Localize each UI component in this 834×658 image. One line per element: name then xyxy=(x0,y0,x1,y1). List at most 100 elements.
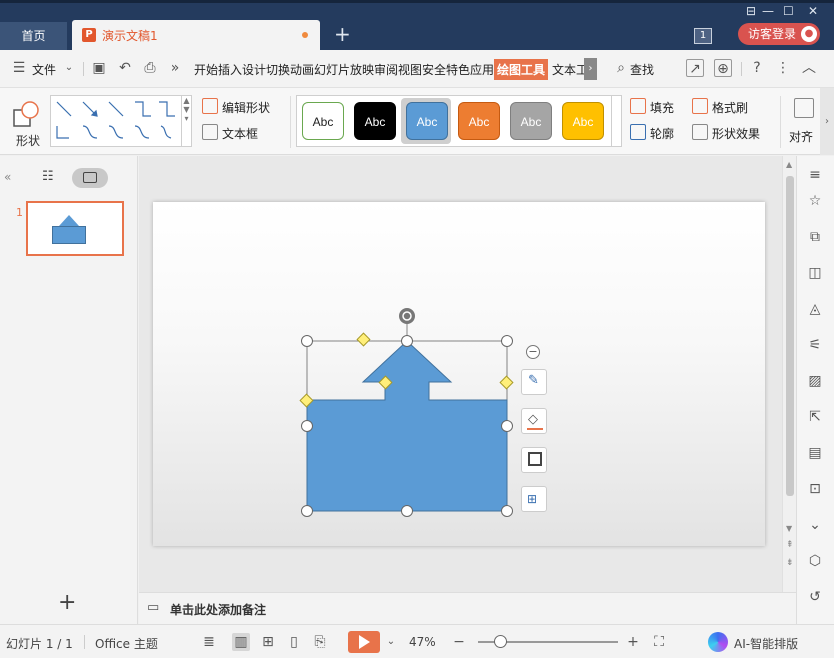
resize-handle-bottom-left[interactable] xyxy=(301,505,313,517)
add-slide-plus-icon[interactable]: + xyxy=(58,592,76,614)
up-arrow-callout-shape[interactable] xyxy=(306,340,508,512)
adjust-handle-1[interactable] xyxy=(356,332,371,347)
skin-icon[interactable]: ⊟ xyxy=(746,4,756,18)
quick-style-button[interactable]: ✎ xyxy=(521,369,547,395)
resize-handle-bottom[interactable] xyxy=(401,505,413,517)
style-preset-2[interactable]: Abc xyxy=(354,102,396,140)
undo-icon[interactable]: ↶ xyxy=(116,59,134,77)
comment-icon[interactable]: ⊕ xyxy=(714,59,732,77)
menu-security[interactable]: 安全 xyxy=(422,61,446,78)
next-slide-icon[interactable]: ⇟ xyxy=(786,558,794,568)
quick-fill-button[interactable]: ◇ xyxy=(521,408,547,434)
menu-special-apps[interactable]: 特色应用 xyxy=(446,61,494,78)
resize-handle-right[interactable] xyxy=(501,420,513,432)
help-icon[interactable]: ? xyxy=(748,59,766,77)
shape-button[interactable]: 形状 xyxy=(6,96,44,148)
adjust-handle-3[interactable] xyxy=(499,375,514,390)
prev-slide-icon[interactable]: ⇞ xyxy=(786,540,794,550)
menu-transition[interactable]: 切换 xyxy=(266,61,290,78)
fill-tool-icon[interactable]: ◬ xyxy=(806,300,824,318)
share-icon[interactable]: ↗ xyxy=(686,59,704,77)
menu-view[interactable]: 视图 xyxy=(398,61,422,78)
normal-view-icon[interactable]: ▥ xyxy=(232,633,250,651)
align-button[interactable]: 对齐 xyxy=(789,128,813,145)
more-options-icon[interactable]: ⋮ xyxy=(774,59,792,77)
outline-button[interactable]: 轮廓 xyxy=(650,125,674,142)
zoom-in-icon[interactable]: + xyxy=(624,633,642,651)
search-button[interactable]: 查找 xyxy=(630,61,654,78)
resize-handle-bottom-right[interactable] xyxy=(501,505,513,517)
line-gallery-items[interactable] xyxy=(51,96,181,146)
theme-name[interactable]: Office 主题 xyxy=(95,635,158,652)
collapse-quick-tools-icon[interactable]: − xyxy=(526,345,540,359)
slide-view-toggle[interactable] xyxy=(72,168,108,188)
collapse-ribbon-icon[interactable]: ︿ xyxy=(800,59,818,77)
line-gallery-scroll[interactable]: ▲ ▼ ▾ xyxy=(182,95,192,147)
fit-window-icon[interactable]: ⛶ xyxy=(650,633,668,651)
quick-layout-button[interactable]: ⊞ xyxy=(521,486,547,512)
notes-pane[interactable]: ▭ 单击此处添加备注 xyxy=(139,592,796,624)
archive-icon[interactable]: ▤ xyxy=(806,444,824,462)
window-count-badge[interactable]: 1 xyxy=(694,28,712,44)
more-chevrons-icon[interactable]: » xyxy=(166,59,184,77)
menu-animation[interactable]: 动画 xyxy=(290,61,314,78)
shield-icon[interactable]: ⬡ xyxy=(806,552,824,570)
style-preset-6[interactable]: Abc xyxy=(562,102,604,140)
resize-handle-top[interactable] xyxy=(401,335,413,347)
new-tab-plus-icon[interactable]: + xyxy=(334,24,351,44)
picture-icon[interactable]: ▨ xyxy=(806,372,824,390)
sidebar-menu-icon[interactable]: ≡ xyxy=(806,166,824,184)
menu-design[interactable]: 设计 xyxy=(242,61,266,78)
tab-home[interactable]: 首页 xyxy=(0,22,67,50)
fill-button[interactable]: 填充 xyxy=(650,99,674,116)
scroll-down-icon[interactable]: ▼ xyxy=(786,524,792,533)
scroll-up-icon[interactable]: ▲ xyxy=(786,160,792,169)
ai-layout-button[interactable]: AI-智能排版 xyxy=(734,635,798,652)
menu-slideshow[interactable]: 幻灯片放映 xyxy=(314,61,374,78)
menu-insert[interactable]: 插入 xyxy=(218,61,242,78)
save-icon[interactable]: ▣ xyxy=(90,59,108,77)
search-icon[interactable]: ⌕ xyxy=(612,59,630,77)
format-painter-button[interactable]: 格式刷 xyxy=(712,99,748,116)
presenter-view-icon[interactable]: ⎘ xyxy=(311,633,329,651)
chevron-down-icon[interactable]: ⌄ xyxy=(382,633,400,651)
menu-review[interactable]: 审阅 xyxy=(374,61,398,78)
play-slideshow-button[interactable] xyxy=(348,631,380,653)
close-window-button[interactable]: ✕ xyxy=(808,4,818,18)
reading-view-icon[interactable]: ▯ xyxy=(285,633,303,651)
menu-scroll-right-icon[interactable]: › xyxy=(584,58,597,80)
ribbon-scroll-right-icon[interactable]: › xyxy=(820,88,834,155)
edit-shape-button[interactable]: 编辑形状 xyxy=(222,99,270,116)
menu-text-tools[interactable]: 文本工 xyxy=(552,61,588,78)
maximize-button[interactable]: ☐ xyxy=(783,4,794,18)
resize-handle-top-right[interactable] xyxy=(501,335,513,347)
collapse-pane-icon[interactable]: « xyxy=(4,170,11,184)
sorter-view-icon[interactable]: ⊞ xyxy=(259,633,277,651)
rotate-handle-icon[interactable] xyxy=(399,308,415,324)
style-preset-1[interactable]: Abc xyxy=(302,102,344,140)
zoom-out-icon[interactable]: − xyxy=(450,633,468,651)
hamburger-menu-icon[interactable]: ☰ xyxy=(10,59,28,77)
menu-start[interactable]: 开始 xyxy=(194,61,218,78)
object-icon[interactable]: ⧉ xyxy=(806,228,824,246)
scroll-thumb[interactable] xyxy=(786,176,794,496)
resize-handle-top-left[interactable] xyxy=(301,335,313,347)
history-icon[interactable]: ↺ xyxy=(806,588,824,606)
zoom-slider-knob[interactable] xyxy=(494,635,508,648)
minimize-button[interactable]: — xyxy=(762,4,774,18)
canvas-vertical-scrollbar[interactable]: ▲ ▼ ⇞ ⇟ xyxy=(782,156,796,592)
text-box-button[interactable]: 文本框 xyxy=(222,125,258,142)
share-export-icon[interactable]: ⇱ xyxy=(806,408,824,426)
style-preset-4[interactable]: Abc xyxy=(458,102,500,140)
slide-thumbnail-1[interactable] xyxy=(26,201,124,256)
style-gallery-scroll[interactable] xyxy=(612,95,622,147)
tab-document[interactable]: P 演示文稿1 xyxy=(72,20,320,50)
chevron-down-icon[interactable]: ⌄ xyxy=(60,59,78,77)
star-shape-icon[interactable]: ☆ xyxy=(806,192,824,210)
resize-handle-left[interactable] xyxy=(301,420,313,432)
quick-outline-button[interactable] xyxy=(521,447,547,473)
guest-login-button[interactable]: 访客登录 ● xyxy=(738,23,820,45)
menu-file[interactable]: 文件 xyxy=(32,61,56,78)
outline-view-icon[interactable]: ☷ xyxy=(42,169,54,184)
slide-1[interactable]: − ✎ ◇ ⊞ xyxy=(153,202,765,546)
